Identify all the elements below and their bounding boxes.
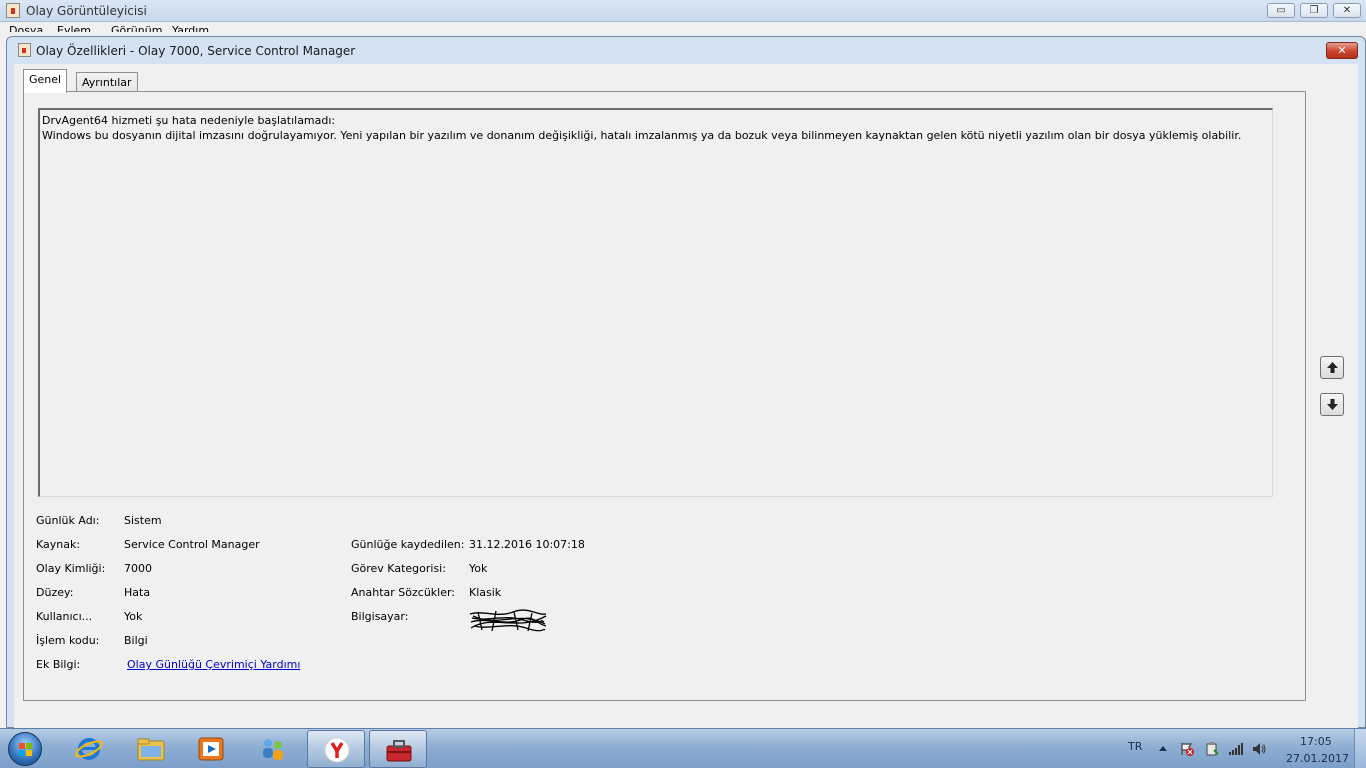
more-info-label: Ek Bilgi: [36,658,81,671]
taskbar-yandex-browser[interactable] [307,730,365,768]
dialog-close-button[interactable]: ✕ [1326,42,1358,59]
task-category-value: Yok [469,562,488,575]
taskbar-windows-explorer[interactable] [122,730,180,768]
folder-icon [137,738,165,761]
yandex-browser-icon [324,737,350,763]
general-tab-panel: DrvAgent64 hizmeti şu hata nedeniyle baş… [23,91,1306,701]
event-viewer-icon [18,43,31,57]
user-label: Kullanıcı... [36,610,93,623]
log-name-label: Günlük Adı: [36,514,100,527]
redacted-computer-name [469,609,547,632]
main-close-button[interactable]: ✕ [1333,3,1361,18]
minimize-button[interactable]: ▭ [1267,3,1295,18]
volume-icon[interactable] [1251,741,1267,757]
event-id-value: 7000 [124,562,152,575]
main-menubar: Dosya Eylem Görünüm Yardım [0,22,1366,32]
safely-remove-hardware-icon[interactable] [1204,741,1220,757]
media-player-icon [198,737,224,761]
arrow-up-icon [1327,362,1338,373]
clock-time[interactable]: 17:05 [1300,735,1332,748]
taskbar: TR 17:05 27.01.2017 [0,728,1366,768]
show-desktop-button[interactable] [1354,729,1366,768]
language-indicator[interactable]: TR [1128,740,1142,753]
start-button[interactable] [4,731,44,767]
log-name-value: Sistem [124,514,162,527]
source-value: Service Control Manager [124,538,260,551]
level-label: Düzey: [36,586,74,599]
previous-event-button[interactable] [1320,356,1344,379]
action-center-flag-icon[interactable] [1179,741,1195,757]
level-value: Hata [124,586,151,599]
event-id-label: Olay Kimliği: [36,562,106,575]
dialog-title: Olay Özellikleri - Olay 7000, Service Co… [36,44,356,58]
opcode-value: Bilgi [124,634,148,647]
event-properties-dialog: Olay Özellikleri - Olay 7000, Service Co… [6,36,1366,761]
keywords-label: Anahtar Sözcükler: [351,586,456,599]
taskbar-internet-explorer[interactable] [60,730,118,768]
dialog-titlebar: Olay Özellikleri - Olay 7000, Service Co… [7,37,1365,64]
toolbox-icon [386,740,412,762]
clock-date[interactable]: 27.01.2017 [1286,752,1349,765]
people-icon [263,739,283,760]
maximize-button[interactable]: ❐ [1300,3,1328,18]
event-description-box[interactable]: DrvAgent64 hizmeti şu hata nedeniyle baş… [38,108,1273,497]
menu-item-view[interactable]: Görünüm [111,24,162,32]
menu-item-action[interactable]: Eylem [57,24,91,32]
show-hidden-icons-icon[interactable] [1158,744,1168,752]
arrow-down-icon [1327,399,1338,410]
menu-item-help[interactable]: Yardım [172,24,209,32]
event-viewer-icon [6,3,20,18]
taskbar-network-people[interactable] [244,730,302,768]
internet-explorer-icon [75,738,103,760]
task-category-label: Görev Kategorisi: [351,562,446,575]
taskbar-media-player[interactable] [182,730,240,768]
network-signal-icon[interactable] [1228,741,1244,757]
opcode-label: İşlem kodu: [36,634,100,647]
source-label: Kaynak: [36,538,81,551]
keywords-value: Klasik [469,586,502,599]
next-event-button[interactable] [1320,393,1344,416]
computer-label: Bilgisayar: [351,610,409,623]
tab-general[interactable]: Genel [23,69,68,93]
online-help-link[interactable]: Olay Günlüğü Çevrimiçi Yardımı [127,658,300,671]
taskbar-event-viewer[interactable] [369,730,427,768]
logged-value: 31.12.2016 10:07:18 [469,538,585,551]
windows-logo-icon [8,732,42,766]
user-value: Yok [124,610,143,623]
dialog-client-area: Genel Ayrıntılar DrvAgent64 hizmeti şu h… [14,64,1358,761]
menu-item-file[interactable]: Dosya [9,24,43,32]
description-line-2: Windows bu dosyanın dijital imzasını doğ… [42,129,1242,142]
description-line-1: DrvAgent64 hizmeti şu hata nedeniyle baş… [42,114,336,127]
main-titlebar: Olay Görüntüleyicisi ▭ ❐ ✕ [0,0,1366,22]
logged-label: Günlüğe kaydedilen: [351,538,465,551]
main-window-title: Olay Görüntüleyicisi [26,4,147,18]
